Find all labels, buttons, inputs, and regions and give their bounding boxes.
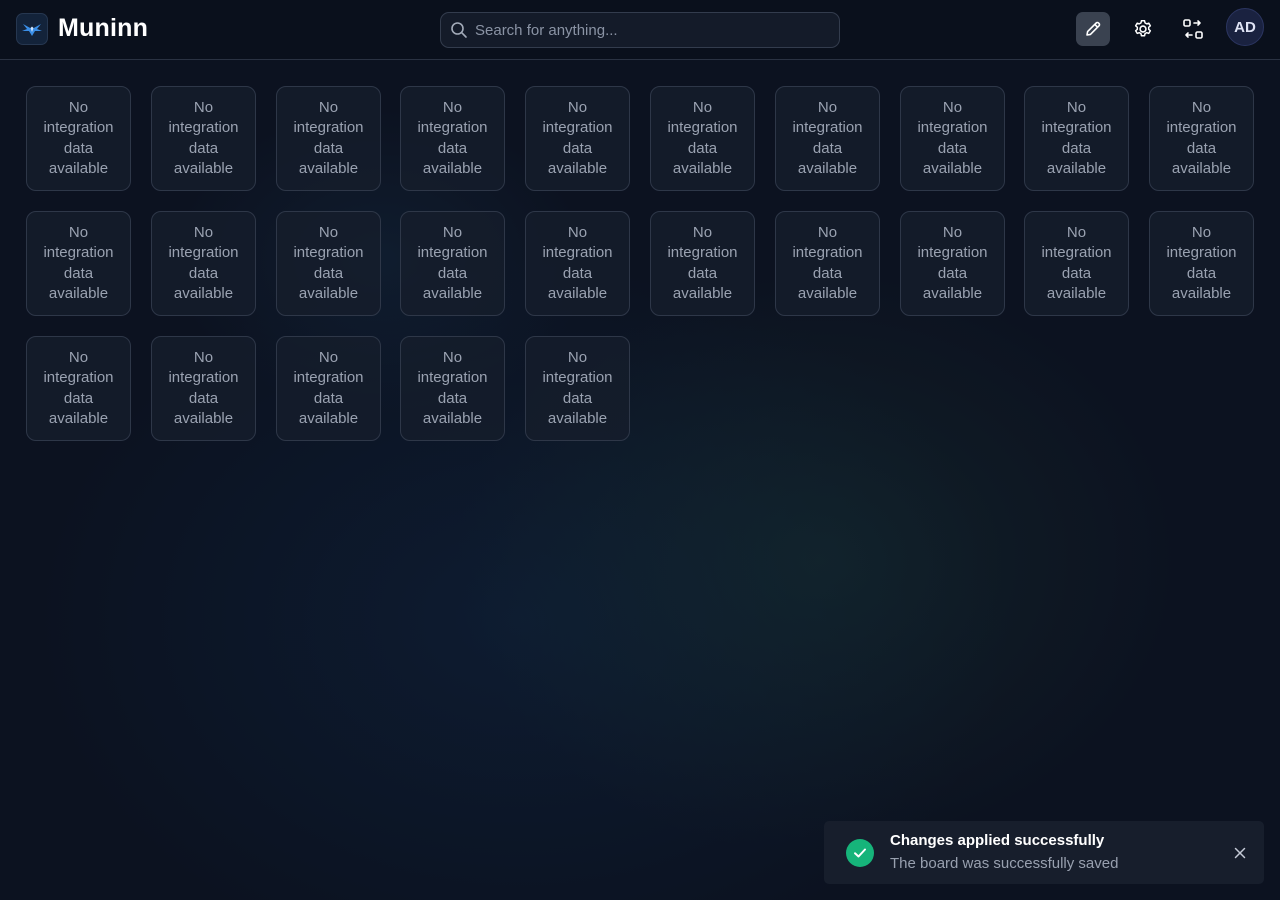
integration-tile[interactable]: No integration data available — [151, 211, 256, 316]
integration-tile[interactable]: No integration data available — [1024, 86, 1129, 191]
integration-tile[interactable]: No integration data available — [775, 86, 880, 191]
integration-tile[interactable]: No integration data available — [1149, 86, 1254, 191]
close-icon[interactable] — [1230, 843, 1250, 863]
integration-tile[interactable]: No integration data available — [525, 86, 630, 191]
integration-tile[interactable]: No integration data available — [400, 336, 505, 441]
integration-tile[interactable]: No integration data available — [1149, 211, 1254, 316]
gear-icon — [1134, 20, 1152, 37]
integration-tile[interactable]: No integration data available — [400, 211, 505, 316]
toast-message: The board was successfully saved — [890, 855, 1119, 872]
top-header: Muninn AD — [0, 0, 1280, 60]
arrows-swap-icon — [1183, 19, 1203, 39]
integration-tile[interactable]: No integration data available — [276, 86, 381, 191]
integration-tile[interactable]: No integration data available — [1024, 211, 1129, 316]
search-bar[interactable] — [440, 12, 840, 48]
edit-button[interactable] — [1076, 12, 1110, 46]
integration-tile[interactable]: No integration data available — [650, 211, 755, 316]
integration-tile[interactable]: No integration data available — [900, 211, 1005, 316]
avatar[interactable]: AD — [1226, 8, 1264, 46]
raven-icon[interactable] — [16, 13, 48, 45]
integration-tile[interactable]: No integration data available — [525, 211, 630, 316]
integration-tile[interactable]: No integration data available — [26, 211, 131, 316]
integration-tile[interactable]: No integration data available — [775, 211, 880, 316]
settings-button[interactable] — [1126, 12, 1160, 46]
integration-tile[interactable]: No integration data available — [525, 336, 630, 441]
integration-tile[interactable]: No integration data available — [26, 336, 131, 441]
success-toast: Changes applied successfully The board w… — [824, 821, 1264, 884]
integration-tile[interactable]: No integration data available — [151, 86, 256, 191]
pencil-icon — [1086, 21, 1101, 36]
switch-board-button[interactable] — [1176, 12, 1210, 46]
integration-tile[interactable]: No integration data available — [400, 86, 505, 191]
search-icon — [451, 22, 467, 38]
integration-tile[interactable]: No integration data available — [26, 86, 131, 191]
integration-tile[interactable]: No integration data available — [151, 336, 256, 441]
integration-tile[interactable]: No integration data available — [276, 336, 381, 441]
toast-title: Changes applied successfully — [890, 832, 1105, 849]
app-title: Muninn — [58, 14, 149, 42]
integration-tile[interactable]: No integration data available — [900, 86, 1005, 191]
integration-tile[interactable]: No integration data available — [650, 86, 755, 191]
search-input[interactable] — [475, 13, 835, 47]
check-circle-icon — [846, 839, 874, 867]
integration-tile[interactable]: No integration data available — [276, 211, 381, 316]
